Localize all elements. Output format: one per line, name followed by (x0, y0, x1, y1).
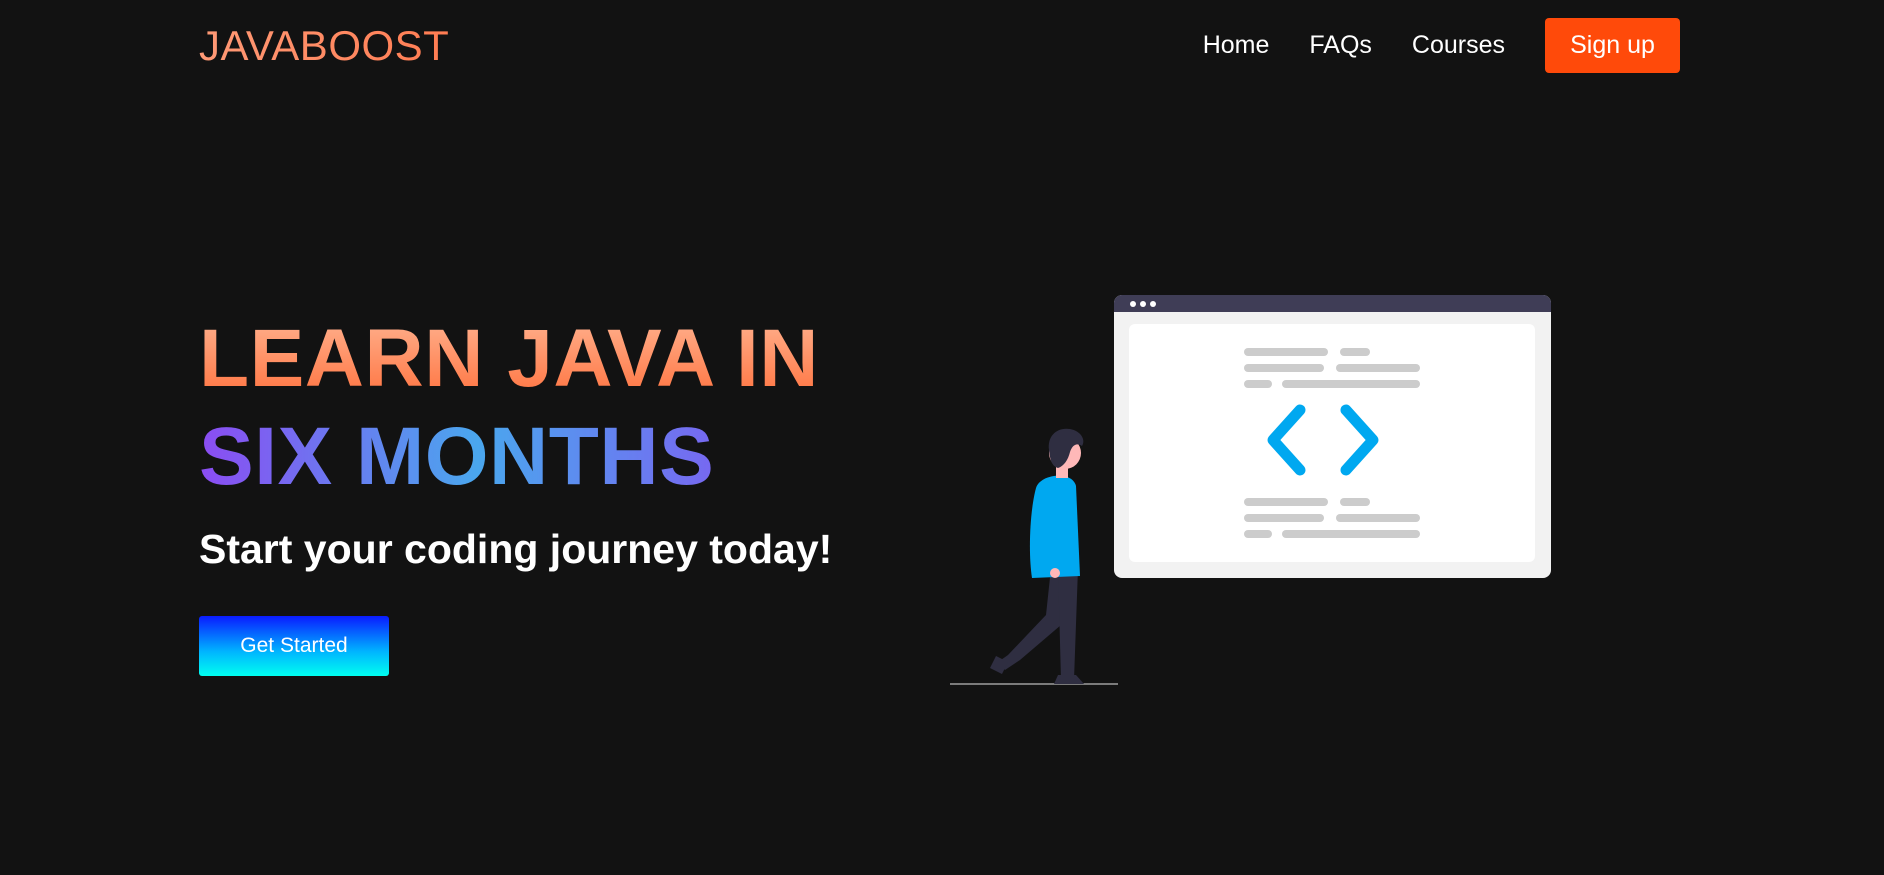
person-figure (990, 428, 1084, 684)
nav-link-faqs[interactable]: FAQs (1309, 31, 1372, 60)
navbar: JAVABOOST Home FAQs Courses Sign up (0, 0, 1884, 92)
nav-link-courses[interactable]: Courses (1412, 31, 1505, 60)
nav-link-home[interactable]: Home (1203, 31, 1270, 60)
page: JAVABOOST Home FAQs Courses Sign up LEAR… (0, 0, 1884, 875)
nav-links: Home FAQs Courses Sign up (1203, 18, 1680, 73)
hero-title: LEARN JAVA IN SIX MONTHS (199, 310, 819, 506)
signup-button[interactable]: Sign up (1545, 18, 1680, 73)
get-started-button[interactable]: Get Started (199, 616, 389, 676)
browser-window (1114, 295, 1551, 578)
coding-illustration (950, 295, 1551, 685)
hero-subtitle: Start your coding journey today! (199, 526, 833, 572)
hero-title-line2: SIX MONTHS (199, 408, 819, 506)
logo[interactable]: JAVABOOST (199, 22, 449, 70)
hero-title-line1: LEARN JAVA IN (199, 310, 819, 408)
